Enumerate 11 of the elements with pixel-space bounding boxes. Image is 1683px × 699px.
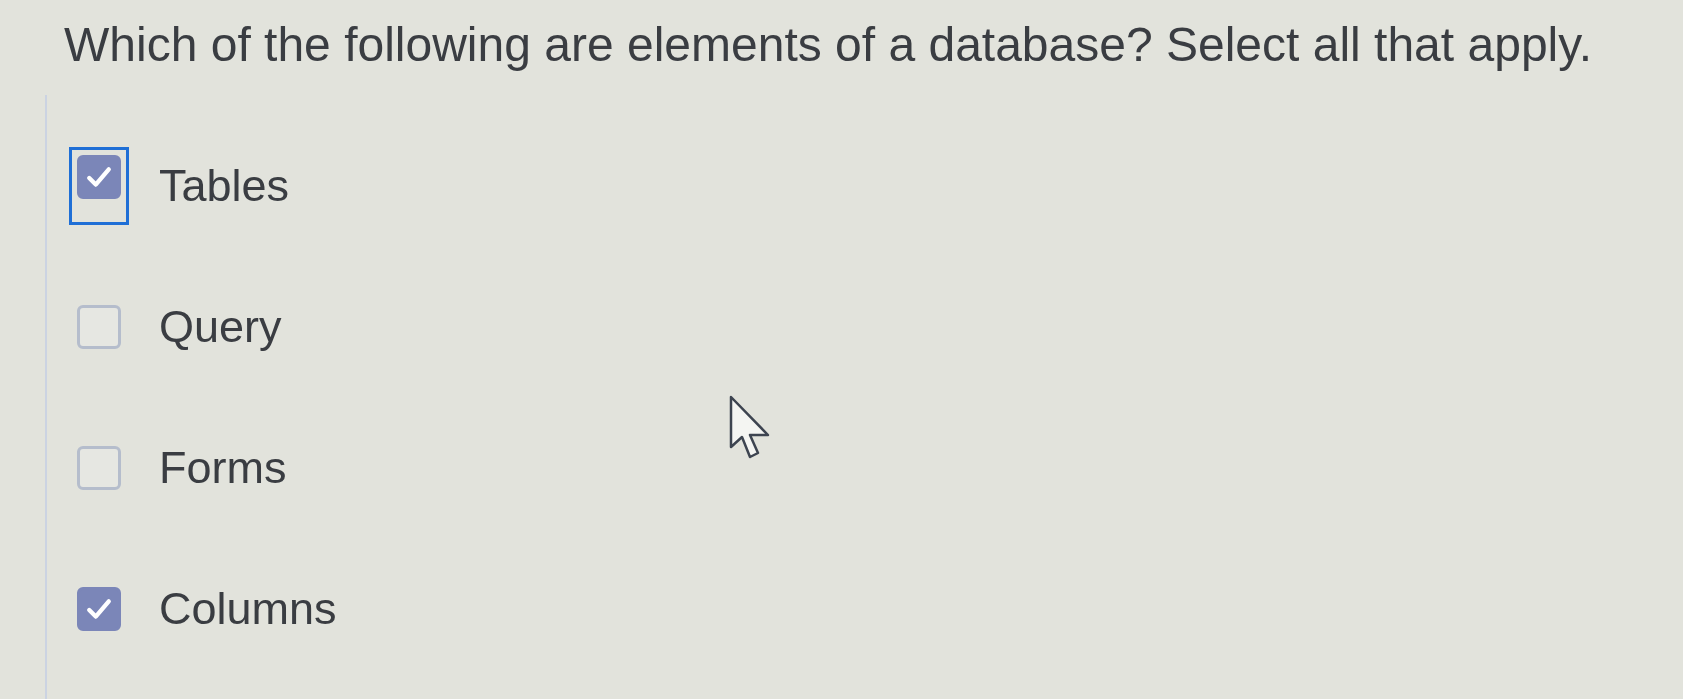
option-label: Tables bbox=[159, 159, 290, 213]
checkbox[interactable] bbox=[77, 155, 121, 199]
checkbox[interactable] bbox=[77, 446, 121, 490]
option-label: Query bbox=[159, 300, 282, 354]
option-label: Columns bbox=[159, 582, 337, 636]
checkbox[interactable] bbox=[77, 587, 121, 631]
check-icon bbox=[86, 166, 112, 188]
checkbox[interactable] bbox=[77, 305, 121, 349]
check-icon bbox=[86, 598, 112, 620]
option-label: Forms bbox=[159, 441, 287, 495]
question-text: Which of the following are elements of a database? Select all that apply. bbox=[64, 17, 1592, 73]
